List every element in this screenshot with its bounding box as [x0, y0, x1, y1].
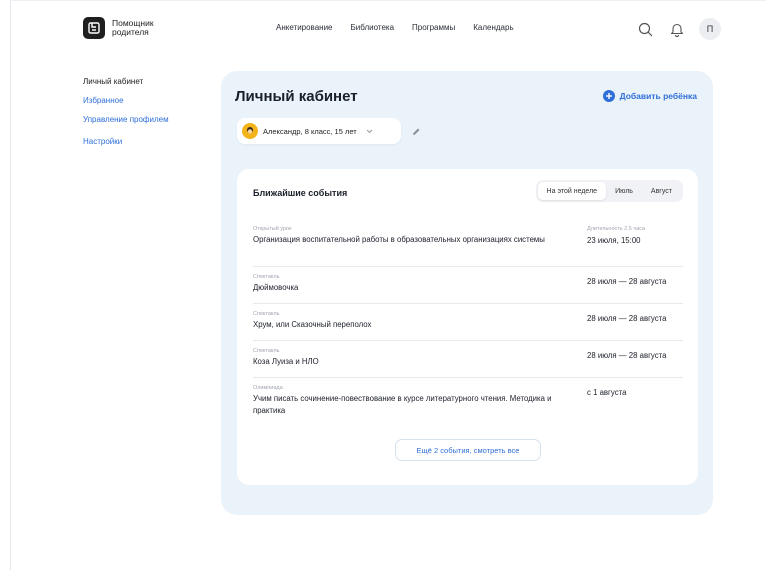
add-child-label: Добавить ребёнка — [619, 91, 697, 101]
event-date: с 1 августа — [587, 388, 627, 397]
logo-icon — [83, 17, 105, 39]
nav-item-library[interactable]: Библиотека — [351, 23, 395, 32]
event-title: Хрум, или Сказочный переполох — [253, 320, 372, 329]
event-category: Спектакль — [253, 274, 280, 280]
event-duration: Длительность 2.5 часа — [587, 226, 646, 232]
nav-item-calendar[interactable]: Календарь — [473, 23, 513, 32]
main-nav: Анкетирование Библиотека Программы Кален… — [276, 23, 514, 32]
events-period-tabs: На этой неделе Июль Август — [535, 180, 683, 202]
user-avatar[interactable]: П — [699, 18, 721, 40]
event-title: Коза Луиза и НЛО — [253, 357, 319, 366]
event-category: Спектакль — [253, 348, 280, 354]
sidebar-item-favorites[interactable]: Избранное — [83, 96, 169, 105]
event-date: 28 июля — 28 августа — [587, 314, 667, 323]
tab-july[interactable]: Июль — [606, 182, 642, 200]
top-header: Помощник родителя Анкетирование Библиоте… — [11, 1, 766, 57]
bell-icon[interactable] — [667, 19, 687, 39]
logo-line2: родителя — [112, 27, 149, 37]
event-title: Организация воспитательной работы в обра… — [253, 235, 545, 244]
event-date: 28 июля — 28 августа — [587, 277, 667, 286]
event-item[interactable]: Олимпиада Учим писать сочинение-повество… — [253, 378, 683, 424]
sidebar-item-profile[interactable]: Управление профилем — [83, 115, 169, 124]
plus-circle-icon — [602, 90, 615, 102]
event-item[interactable]: Спектакль Коза Луиза и НЛО 28 июля — 28 … — [253, 341, 683, 378]
child-selector-value: Александр, 8 класс, 15 лет — [263, 126, 357, 136]
add-child-button[interactable]: Добавить ребёнка — [602, 90, 697, 102]
nav-item-surveys[interactable]: Анкетирование — [276, 23, 333, 32]
event-item[interactable]: Спектакль Дюймовочка 28 июля — 28 август… — [253, 267, 683, 304]
child-avatar-icon — [242, 123, 258, 139]
event-category: Открытый урок — [253, 226, 292, 232]
event-date: 28 июля — 28 августа — [587, 351, 667, 360]
event-date: 23 июля, 15:00 — [587, 236, 641, 245]
sidebar-item-account[interactable]: Личный кабинет — [83, 77, 169, 86]
event-title: Дюймовочка — [253, 283, 299, 292]
chevron-down-icon — [366, 129, 373, 133]
app-window: Помощник родителя Анкетирование Библиоте… — [10, 0, 766, 570]
events-title: Ближайшие события — [253, 188, 348, 198]
edit-icon[interactable] — [411, 124, 421, 142]
search-icon[interactable] — [635, 19, 655, 39]
logo[interactable]: Помощник родителя — [83, 17, 172, 39]
event-category: Спектакль — [253, 311, 280, 317]
tab-this-week[interactable]: На этой неделе — [537, 182, 607, 200]
event-title: Учим писать сочинение-повествование в ку… — [253, 394, 552, 415]
page-title: Личный кабинет — [235, 88, 358, 105]
sidebar-item-settings[interactable]: Настройки — [83, 137, 169, 146]
event-item[interactable]: Открытый урок Организация воспитательной… — [253, 221, 683, 267]
event-item[interactable]: Спектакль Хрум, или Сказочный переполох … — [253, 304, 683, 341]
show-all-events-button[interactable]: Ещё 2 события, смотреть все — [395, 439, 541, 461]
child-selector[interactable]: Александр, 8 класс, 15 лет — [237, 118, 401, 144]
logo-text: Помощник родителя — [112, 19, 172, 37]
header-actions: П — [635, 18, 721, 40]
upcoming-events-card: Ближайшие события На этой неделе Июль Ав… — [237, 169, 698, 485]
event-category: Олимпиада — [253, 385, 283, 391]
tab-august[interactable]: Август — [642, 182, 681, 200]
main-panel: Личный кабинет Добавить ребёнка Александ… — [221, 71, 713, 515]
nav-item-programs[interactable]: Программы — [412, 23, 455, 32]
sidebar: Личный кабинет Избранное Управление проф… — [83, 77, 169, 156]
